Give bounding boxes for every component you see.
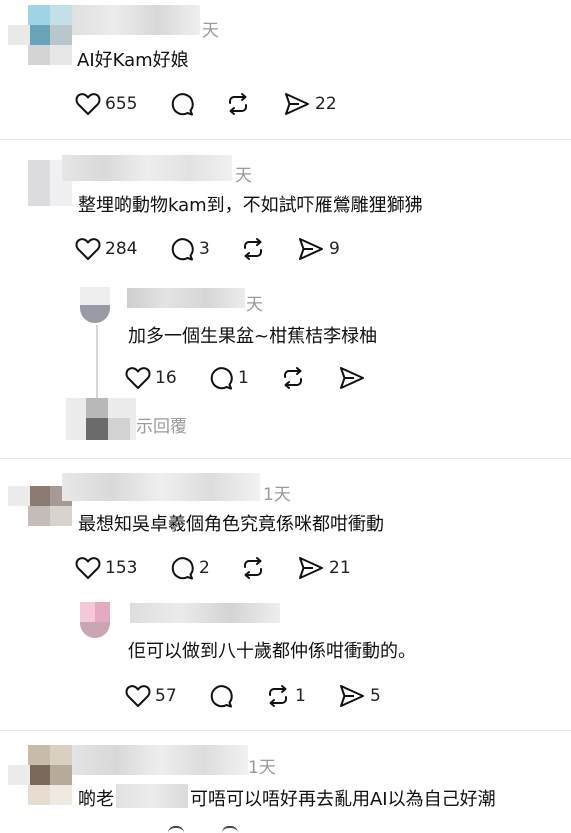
- timestamp: 天: [246, 295, 263, 315]
- action-bar-partial: [160, 826, 250, 831]
- comment-button[interactable]: 3: [169, 234, 210, 264]
- repost-button[interactable]: [280, 363, 306, 393]
- username-blurred[interactable]: [62, 473, 260, 501]
- share-count: 21: [329, 558, 351, 578]
- username-blurred[interactable]: [127, 288, 245, 308]
- divider: [0, 139, 571, 140]
- heart-icon: [125, 367, 151, 389]
- repost-button[interactable]: [240, 234, 266, 264]
- share-count: 9: [329, 239, 340, 259]
- heart-icon: [125, 685, 151, 707]
- heart-icon: [75, 93, 101, 115]
- show-replies-link[interactable]: 示回覆: [136, 412, 187, 437]
- share-icon: [340, 685, 364, 707]
- like-button[interactable]: 655: [75, 89, 137, 119]
- share-icon: [299, 238, 323, 260]
- like-count: 655: [105, 94, 138, 114]
- reply-text: 加多一個生果盆~柑蕉桔李椂柚: [128, 326, 378, 347]
- comment-text-suffix: 可唔可以唔好再去亂用AI以為自己好潮: [190, 789, 496, 810]
- timestamp: 1天: [248, 758, 276, 778]
- reply-count: 3: [199, 239, 210, 259]
- username-blurred[interactable]: [72, 5, 200, 35]
- repost-icon: [244, 238, 262, 260]
- like-button[interactable]: 57: [125, 681, 177, 711]
- repost-button[interactable]: 1: [265, 681, 306, 711]
- comment-icon: [171, 93, 194, 116]
- avatar-stack: [66, 398, 136, 440]
- share-button[interactable]: 5: [338, 681, 381, 711]
- avatar[interactable]: [28, 5, 72, 65]
- heart-icon: [75, 238, 101, 260]
- share-button[interactable]: 9: [297, 234, 340, 264]
- share-icon: [285, 93, 309, 115]
- timestamp: 1天: [263, 485, 291, 505]
- comment-button[interactable]: [208, 681, 234, 711]
- divider: [0, 730, 571, 731]
- avatar[interactable]: [80, 287, 110, 323]
- repost-count: 1: [295, 686, 306, 706]
- heart-icon: [75, 557, 101, 579]
- username-blurred[interactable]: [130, 603, 280, 623]
- username-blurred[interactable]: [72, 745, 248, 775]
- reply-count: 2: [199, 558, 210, 578]
- username-blurred[interactable]: [62, 155, 232, 181]
- share-count: 22: [315, 94, 337, 114]
- like-count: 153: [105, 558, 138, 578]
- comment-text: 整埋啲動物kam到，不如試吓雁鶯雕狸獅狒: [78, 195, 423, 216]
- comment-button[interactable]: [169, 89, 195, 119]
- avatar[interactable]: [80, 602, 110, 638]
- share-icon: [340, 367, 364, 389]
- like-button[interactable]: 153: [75, 553, 137, 583]
- comment-icon: [210, 367, 233, 390]
- comment-button[interactable]: 2: [169, 553, 210, 583]
- thread-line: [96, 325, 98, 400]
- like-count: 57: [155, 686, 177, 706]
- like-button[interactable]: 284: [75, 234, 137, 264]
- reply-count: 1: [238, 368, 249, 388]
- comment-icon: [210, 685, 233, 708]
- comment-icon: [171, 238, 194, 261]
- repost-icon: [244, 557, 262, 579]
- repost-icon: [229, 93, 247, 115]
- comment-button[interactable]: 1: [208, 363, 249, 393]
- like-count: 284: [105, 239, 138, 259]
- like-button[interactable]: 16: [125, 363, 177, 393]
- reply-text: 佢可以做到八十歲都仲係咁衝動的。: [128, 641, 416, 662]
- divider: [0, 458, 571, 459]
- timestamp: 天: [202, 21, 219, 41]
- like-count: 16: [155, 368, 177, 388]
- comment-text: AI好Kam好娘: [77, 50, 189, 71]
- repost-icon: [269, 685, 287, 707]
- redacted-text: [116, 784, 188, 808]
- share-button[interactable]: 21: [297, 553, 351, 583]
- repost-button[interactable]: [225, 89, 251, 119]
- share-button[interactable]: 22: [283, 89, 337, 119]
- comment-text-prefix: 啲老: [78, 789, 114, 810]
- comment-text: 最想知吳卓羲個角色究竟係咪都咁衝動: [78, 514, 384, 535]
- repost-icon: [284, 367, 302, 389]
- timestamp: 天: [235, 166, 252, 186]
- share-icon: [299, 557, 323, 579]
- share-button[interactable]: [338, 363, 366, 393]
- repost-button[interactable]: [240, 553, 266, 583]
- avatar[interactable]: [28, 745, 72, 805]
- comment-icon: [171, 557, 194, 580]
- share-count: 5: [370, 686, 381, 706]
